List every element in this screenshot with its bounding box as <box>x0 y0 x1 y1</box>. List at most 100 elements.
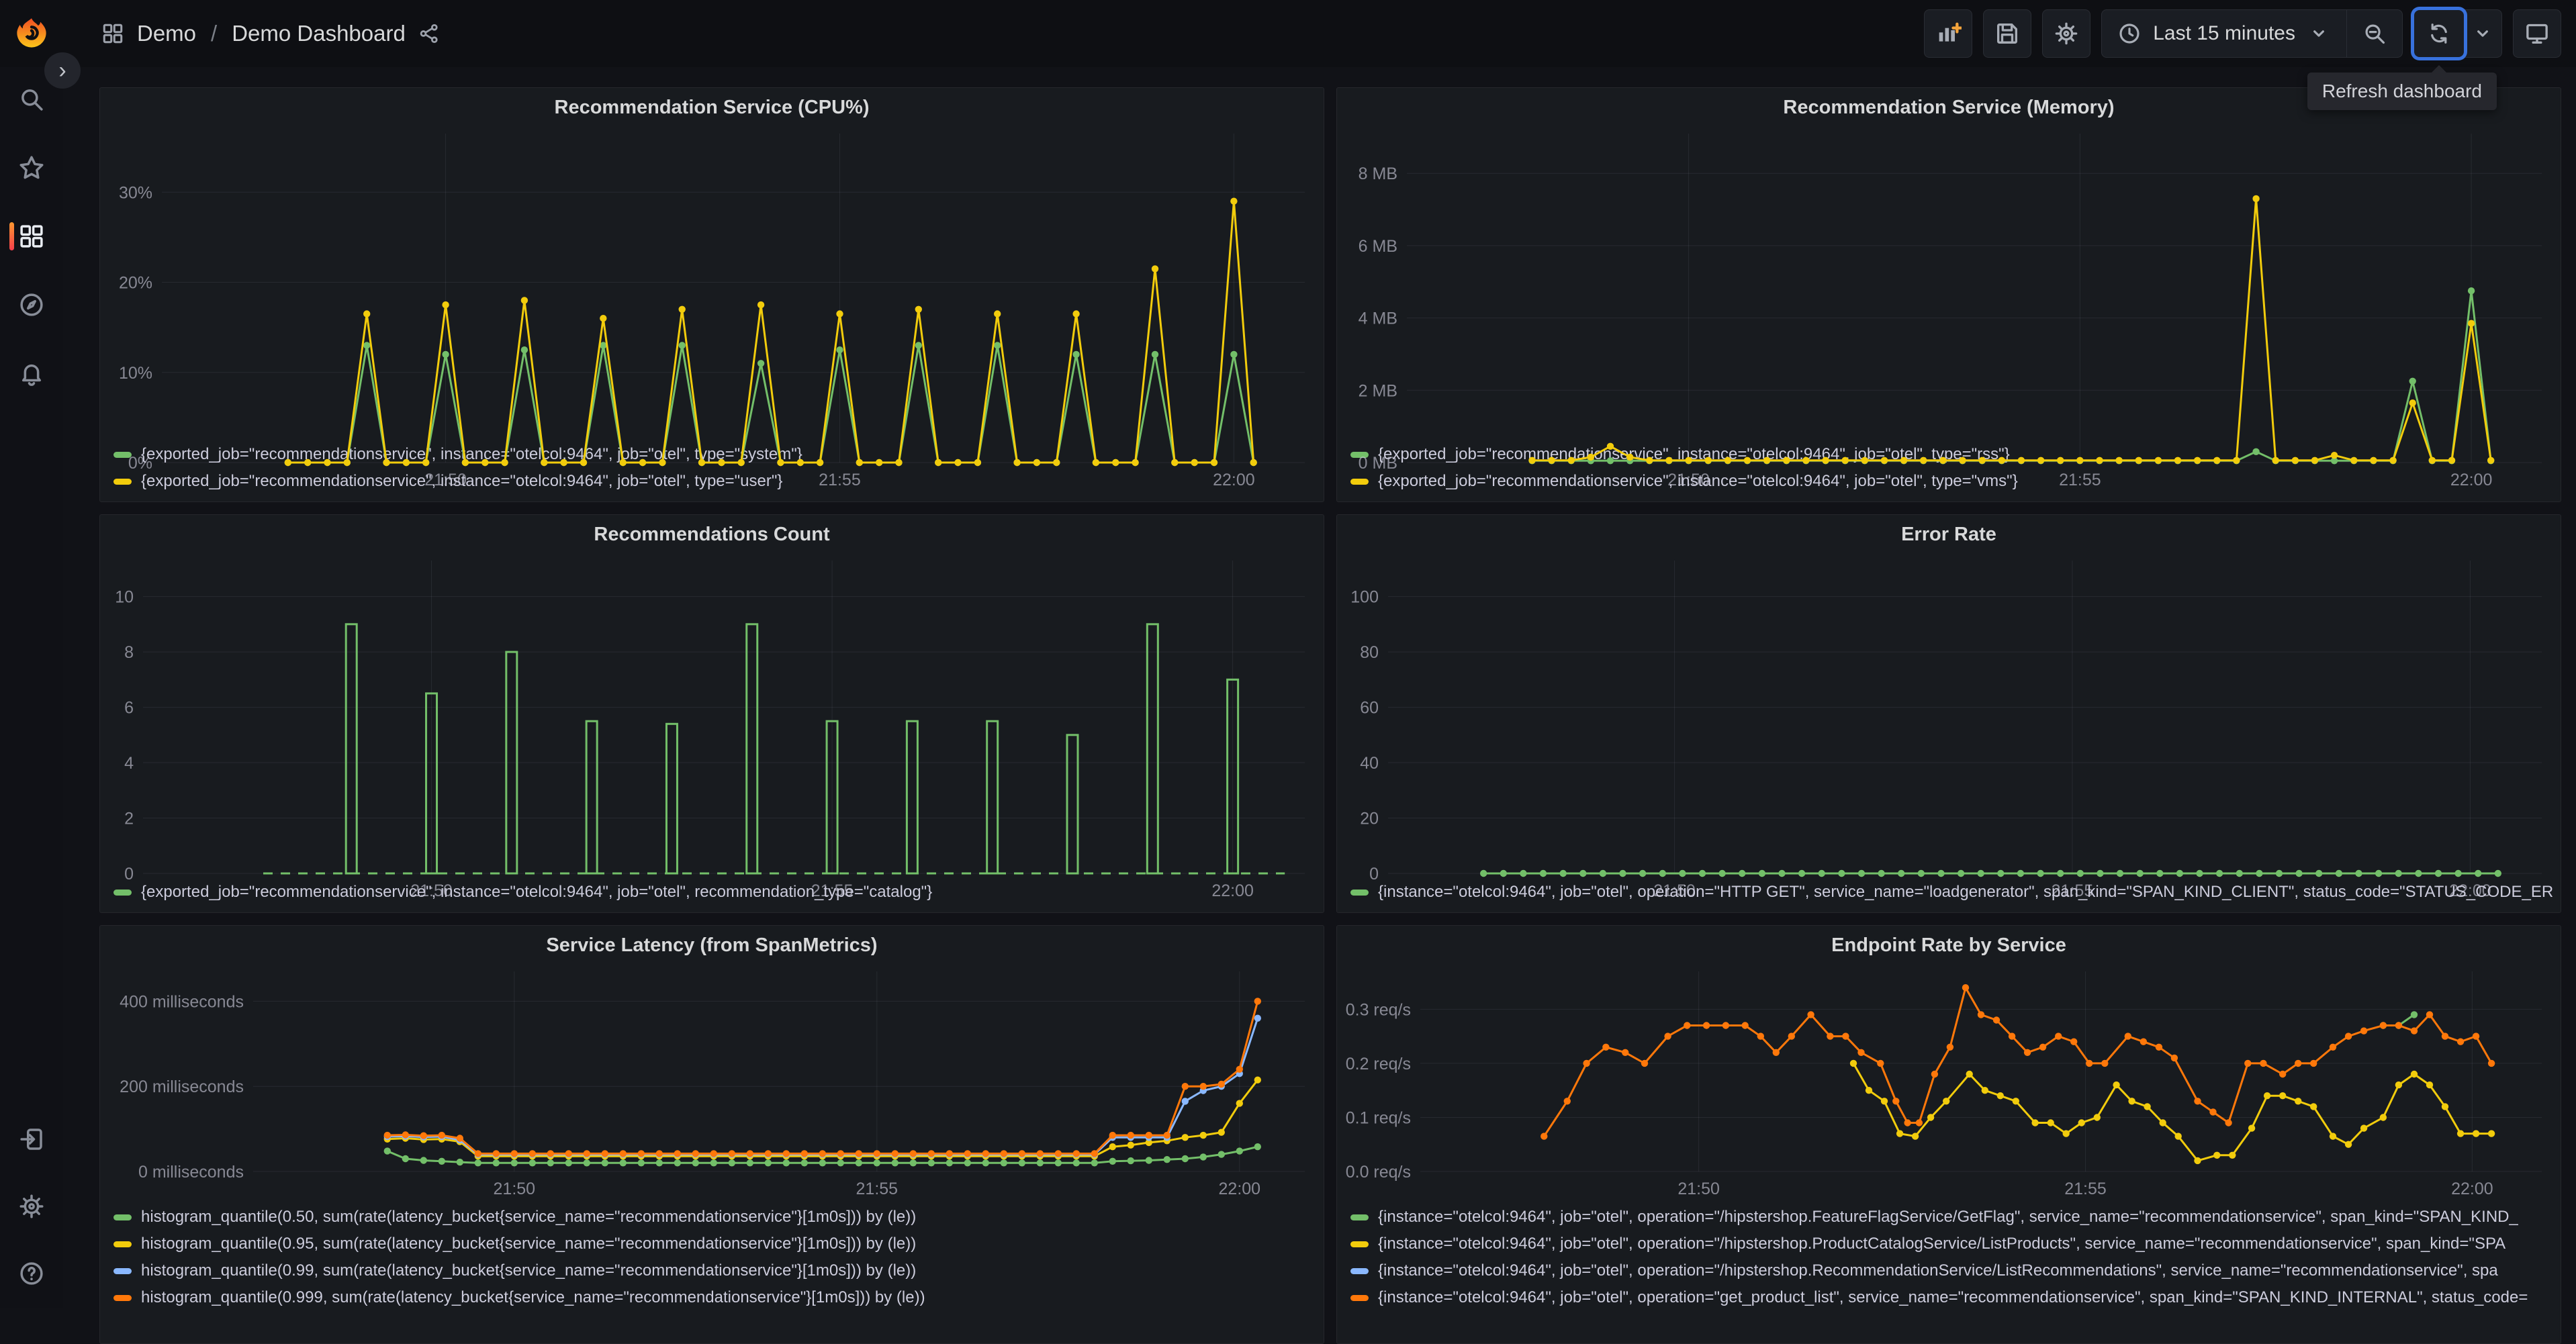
svg-text:21:55: 21:55 <box>856 1180 899 1198</box>
sign-in-icon <box>17 1125 46 1153</box>
chart-svg[interactable]: 21:5021:5522:000 MB2 MB4 MB6 MB8 MB <box>1337 123 2561 493</box>
refresh-tooltip: Refresh dashboard <box>2307 73 2497 110</box>
add-panel-button[interactable] <box>1924 9 1972 58</box>
zoom-out-icon <box>2362 21 2387 46</box>
top-navbar: Demo / Demo Dashboard Last 15 minutes <box>0 0 2576 67</box>
sidebar-item-explore[interactable] <box>0 289 63 320</box>
sidebar-item-dashboards[interactable] <box>0 221 63 252</box>
sidebar-item-settings[interactable] <box>0 1191 63 1222</box>
panel-title[interactable]: Recommendation Service (CPU%) <box>100 88 1324 123</box>
panel-title[interactable]: Service Latency (from SpanMetrics) <box>100 926 1324 961</box>
error-rate-chart[interactable]: 21:5021:5522:00020406080100 <box>1337 550 2561 877</box>
zoom-out-button[interactable] <box>2347 10 2402 57</box>
sidebar-item-sign-in[interactable] <box>0 1124 63 1155</box>
svg-text:100: 100 <box>1350 588 1379 607</box>
gear-icon <box>17 1192 46 1220</box>
svg-text:20: 20 <box>1360 810 1379 828</box>
endpoint-rate-chart[interactable]: 21:5021:5522:000.0 req/s0.1 req/s0.2 req… <box>1337 961 2561 1202</box>
time-range-group: Last 15 minutes <box>2101 9 2403 58</box>
legend-item[interactable]: {instance="otelcol:9464", job="otel", op… <box>1350 1284 2552 1311</box>
legend-label: {instance="otelcol:9464", job="otel", op… <box>1378 1208 2518 1227</box>
legend-swatch-icon <box>113 1295 132 1301</box>
chart-svg[interactable]: 21:5021:5522:000%10%20%30% <box>100 123 1324 493</box>
legend-item[interactable]: {instance="otelcol:9464", job="otel", op… <box>1350 1257 2552 1284</box>
legend-item[interactable]: histogram_quantile(0.99, sum(rate(latenc… <box>113 1257 1316 1284</box>
chevron-down-icon <box>2306 21 2332 46</box>
clock-icon <box>2117 21 2142 46</box>
dashboard-toolbar: Last 15 minutes <box>1924 9 2561 58</box>
cpu-chart[interactable]: 21:5021:5522:000%10%20%30% <box>100 123 1324 440</box>
refresh-button[interactable] <box>2414 10 2464 57</box>
breadcrumb-separator: / <box>211 21 217 46</box>
svg-text:2 MB: 2 MB <box>1359 381 1397 400</box>
panel-service-latency: Service Latency (from SpanMetrics) 21:50… <box>99 925 1324 1344</box>
legend-label: histogram_quantile(0.999, sum(rate(laten… <box>141 1288 925 1307</box>
search-icon <box>17 85 46 113</box>
memory-chart[interactable]: 21:5021:5522:000 MB2 MB4 MB6 MB8 MB <box>1337 123 2561 440</box>
panel-title[interactable]: Error Rate <box>1337 515 2561 550</box>
sidebar-expand-button[interactable]: › <box>44 52 81 89</box>
time-range-label: Last 15 minutes <box>2153 22 2295 45</box>
svg-text:80: 80 <box>1360 643 1379 662</box>
share-icon[interactable] <box>418 22 441 45</box>
svg-text:21:55: 21:55 <box>2059 471 2101 489</box>
legend-item[interactable]: histogram_quantile(0.50, sum(rate(latenc… <box>113 1204 1316 1231</box>
legend-swatch-icon <box>113 1268 132 1274</box>
panel-title[interactable]: Recommendations Count <box>100 515 1324 550</box>
svg-text:400 milliseconds: 400 milliseconds <box>120 992 244 1011</box>
svg-text:0.3 req/s: 0.3 req/s <box>1346 1000 1411 1019</box>
svg-text:0: 0 <box>1369 865 1379 883</box>
svg-text:21:55: 21:55 <box>2052 881 2094 900</box>
sidebar-item-search[interactable] <box>0 84 63 115</box>
svg-text:0%: 0% <box>128 454 152 473</box>
svg-text:2: 2 <box>124 810 134 828</box>
legend-item[interactable]: {instance="otelcol:9464", job="otel", op… <box>1350 1231 2552 1257</box>
svg-text:21:55: 21:55 <box>819 471 861 489</box>
sidebar-item-starred[interactable] <box>0 152 63 183</box>
chart-svg[interactable]: 21:5021:5522:000 milliseconds200 millise… <box>100 961 1324 1202</box>
refresh-group <box>2413 9 2502 58</box>
svg-text:0.2 req/s: 0.2 req/s <box>1346 1055 1411 1073</box>
sidebar-item-help[interactable] <box>0 1258 63 1289</box>
service-latency-chart[interactable]: 21:5021:5522:000 milliseconds200 millise… <box>100 961 1324 1202</box>
legend-label: {instance="otelcol:9464", job="otel", op… <box>1378 1235 2505 1253</box>
svg-text:21:50: 21:50 <box>1667 471 1710 489</box>
breadcrumb-page[interactable]: Demo Dashboard <box>232 21 406 46</box>
svg-text:8 MB: 8 MB <box>1359 164 1397 183</box>
tooltip-arrow <box>2431 65 2447 73</box>
grafana-logo[interactable] <box>0 16 63 51</box>
svg-text:0: 0 <box>124 865 134 883</box>
legend-label: histogram_quantile(0.99, sum(rate(latenc… <box>141 1261 916 1280</box>
chart-svg[interactable]: 21:5021:5522:00020406080100 <box>1337 550 2561 904</box>
svg-text:21:55: 21:55 <box>2064 1180 2107 1198</box>
svg-text:6 MB: 6 MB <box>1359 237 1397 256</box>
save-dashboard-button[interactable] <box>1983 9 2031 58</box>
refresh-interval-dropdown[interactable] <box>2464 10 2501 57</box>
svg-text:22:00: 22:00 <box>2450 471 2493 489</box>
chart-svg[interactable]: 21:5021:5522:000.0 req/s0.1 req/s0.2 req… <box>1337 961 2561 1202</box>
sidebar-item-alerting[interactable] <box>0 358 63 389</box>
star-icon <box>17 154 46 182</box>
legend-item[interactable]: {instance="otelcol:9464", job="otel", op… <box>1350 1204 2552 1231</box>
svg-text:22:00: 22:00 <box>2449 881 2491 900</box>
svg-text:22:00: 22:00 <box>1213 471 1255 489</box>
chart-svg[interactable]: 21:5021:5522:000246810 <box>100 550 1324 904</box>
panel-title[interactable]: Endpoint Rate by Service <box>1337 926 2561 961</box>
breadcrumb-section[interactable]: Demo <box>137 21 196 46</box>
active-indicator <box>9 222 14 250</box>
recommendations-count-chart[interactable]: 21:5021:5522:000246810 <box>100 550 1324 877</box>
svg-text:6: 6 <box>124 699 134 718</box>
legend-item[interactable]: histogram_quantile(0.999, sum(rate(laten… <box>113 1284 1316 1311</box>
time-range-picker[interactable]: Last 15 minutes <box>2102 10 2346 57</box>
sidebar <box>0 0 63 1308</box>
svg-text:21:50: 21:50 <box>494 1180 536 1198</box>
kiosk-mode-button[interactable] <box>2513 9 2561 58</box>
svg-text:22:00: 22:00 <box>2451 1180 2493 1198</box>
dashboard-settings-button[interactable] <box>2042 9 2090 58</box>
svg-text:40: 40 <box>1360 754 1379 773</box>
bell-icon <box>17 359 46 387</box>
legend-swatch-icon <box>1350 1241 1369 1247</box>
svg-text:30%: 30% <box>119 183 152 202</box>
panel-recommendation-memory: Recommendation Service (Memory) 21:5021:… <box>1336 87 2561 502</box>
legend-item[interactable]: histogram_quantile(0.95, sum(rate(latenc… <box>113 1231 1316 1257</box>
